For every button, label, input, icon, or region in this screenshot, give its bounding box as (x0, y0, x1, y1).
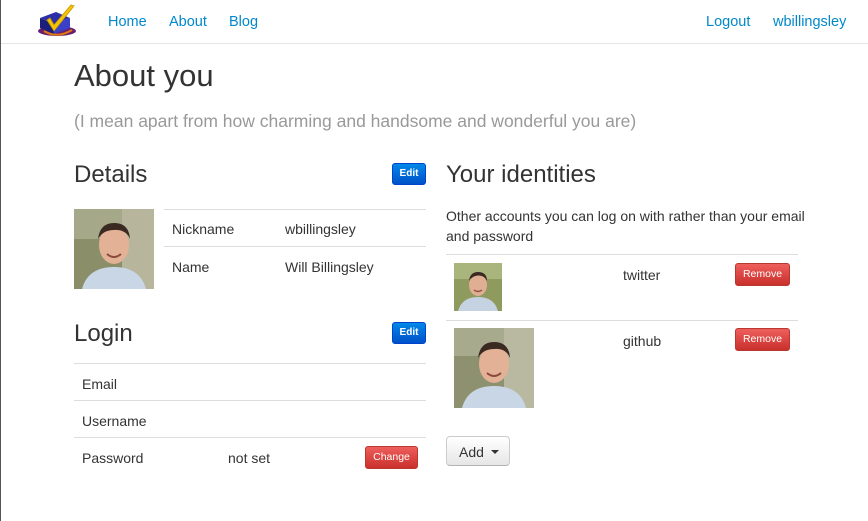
details-title: Details (74, 161, 148, 188)
details-row-name: Name Will Billingsley (164, 246, 426, 283)
details-value: wbillingsley (285, 221, 356, 237)
details-label: Name (172, 259, 210, 275)
profile-photo (74, 209, 154, 289)
twitter-avatar (454, 263, 502, 311)
site-logo-icon[interactable] (34, 4, 80, 40)
identity-service: github (623, 333, 662, 349)
github-avatar (454, 328, 534, 408)
password-status: not set (228, 450, 271, 466)
nav-logout-link[interactable]: Logout (706, 14, 750, 31)
identities-title: Your identities (446, 161, 596, 188)
page-title: About you (74, 58, 214, 93)
nav-home-link[interactable]: Home (108, 14, 147, 31)
details-label: Nickname (172, 221, 235, 237)
login-row-email: Email (74, 363, 426, 400)
nav-user-link[interactable]: wbillingsley (773, 14, 846, 31)
details-value: Will Billingsley (285, 259, 374, 275)
login-edit-button[interactable]: Edit (392, 322, 426, 344)
navbar: Home About Blog Logout wbillingsley (1, 0, 868, 44)
details-row-nickname: Nickname wbillingsley (164, 209, 426, 246)
nav-about-link[interactable]: About (169, 14, 207, 31)
caret-down-icon (491, 450, 499, 454)
login-label: Email (82, 376, 118, 392)
identities-description: Other accounts you can log on with rathe… (446, 208, 805, 244)
page-subtitle: (I mean apart from how charming and hand… (74, 111, 637, 131)
login-label: Username (82, 413, 147, 429)
add-identity-button[interactable]: Add (446, 436, 510, 466)
remove-twitter-button[interactable]: Remove (735, 263, 790, 286)
nav-blog-link[interactable]: Blog (229, 14, 258, 31)
remove-github-button[interactable]: Remove (735, 328, 790, 351)
login-row-username: Username (74, 400, 426, 437)
change-password-button[interactable]: Change (365, 446, 418, 469)
login-label: Password (82, 450, 144, 466)
identity-service: twitter (623, 267, 661, 283)
details-edit-button[interactable]: Edit (392, 163, 426, 185)
add-identity-label: Add (459, 444, 484, 460)
login-title: Login (74, 320, 133, 347)
